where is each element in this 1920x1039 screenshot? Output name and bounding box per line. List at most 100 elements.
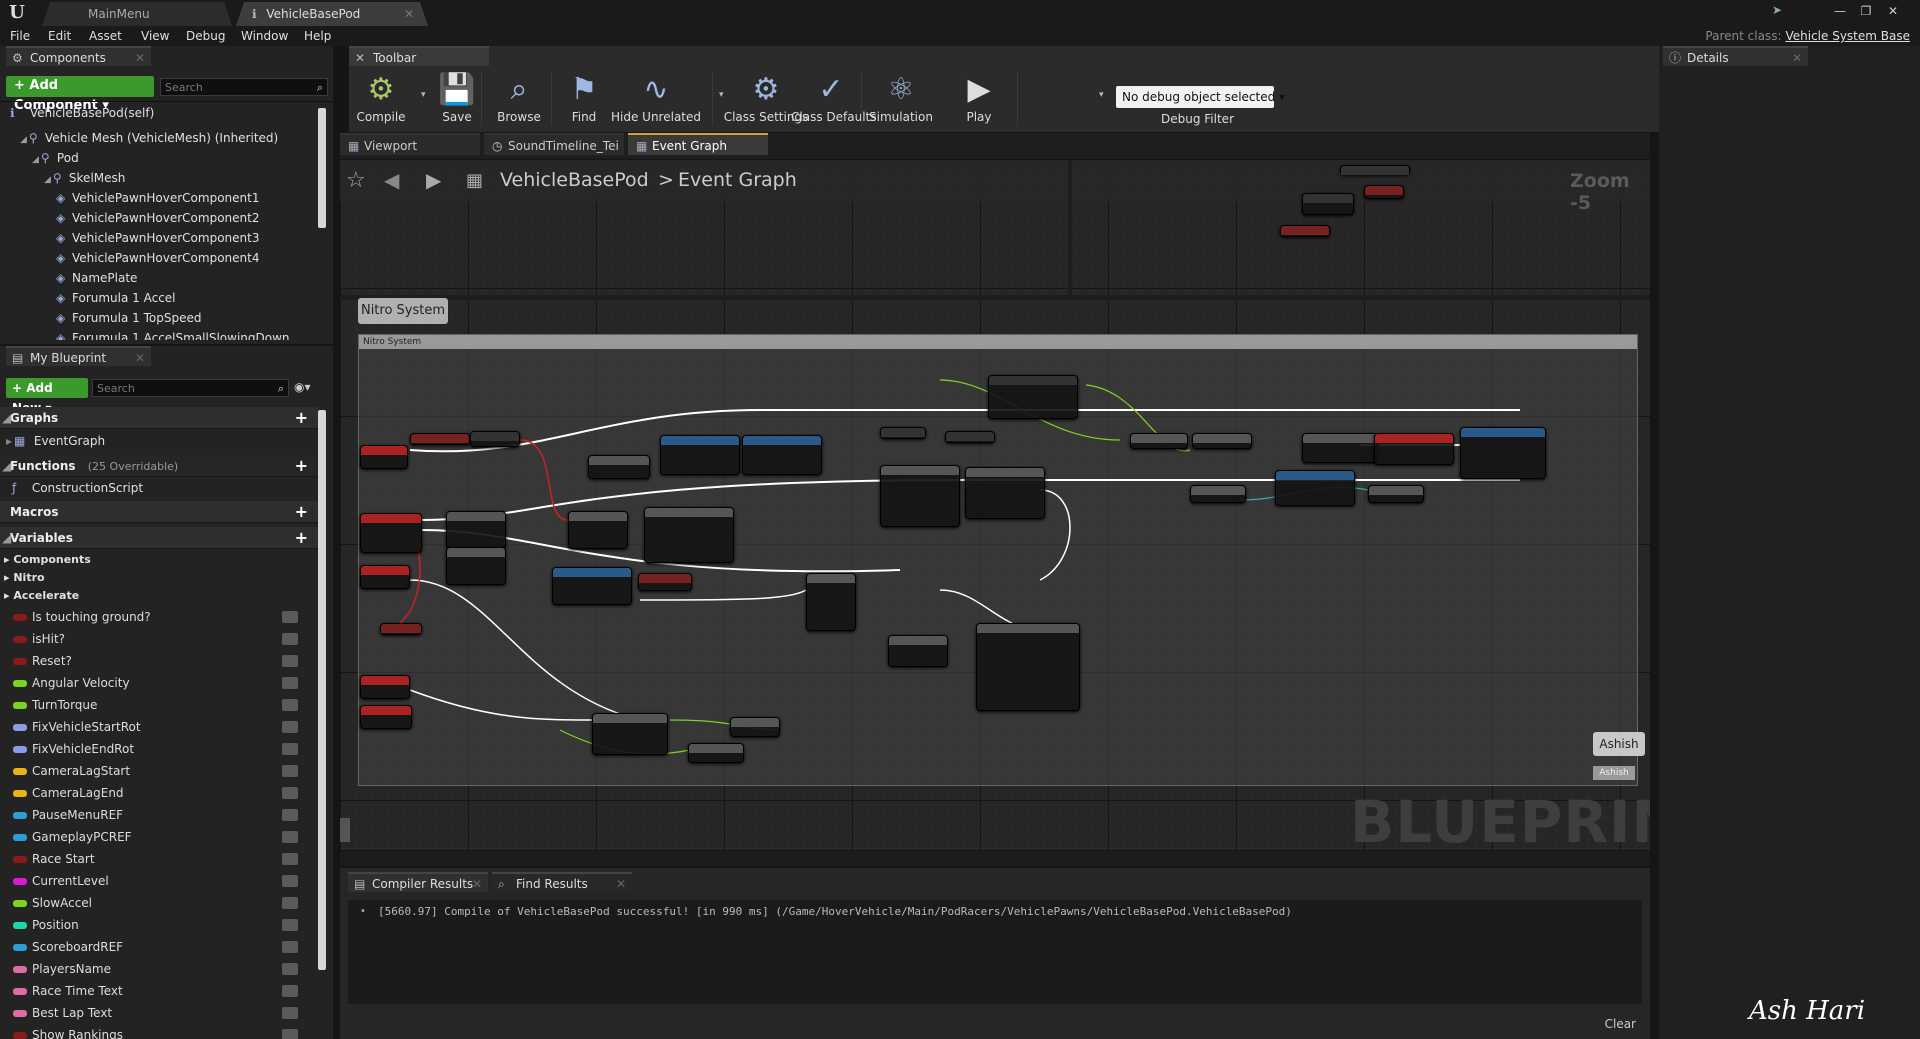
window-tab-mainmenu[interactable]: MainMenu: [42, 2, 232, 26]
blueprint-node[interactable]: [1275, 470, 1355, 506]
toolbar-tab[interactable]: ✕ Toolbar: [349, 46, 489, 66]
tab-find-results[interactable]: ⌕ Find Results ✕: [492, 872, 632, 892]
component-item[interactable]: ◈ VehiclePawnHoverComponent3: [56, 228, 259, 248]
add-graph-icon[interactable]: +: [295, 407, 308, 429]
view-options-icon[interactable]: ◉▾: [294, 380, 324, 396]
variable-item[interactable]: FixVehicleStartRot: [0, 716, 318, 738]
visibility-eye-icon[interactable]: [282, 743, 298, 755]
components-search-input[interactable]: Search ⌕: [160, 78, 328, 96]
functions-section[interactable]: ◢ Functions (25 Overridable) +: [0, 455, 318, 477]
maximize-button[interactable]: ❐: [1853, 0, 1879, 22]
add-new-button[interactable]: + Add New ▾: [6, 378, 88, 415]
visibility-eye-icon[interactable]: [282, 721, 298, 733]
tab-viewport[interactable]: ▦ Viewport: [340, 133, 480, 155]
visibility-eye-icon[interactable]: [282, 787, 298, 799]
blueprint-node[interactable]: [360, 445, 408, 469]
expand-arrow-icon[interactable]: ◢: [44, 175, 51, 185]
tab-event-graph[interactable]: ▦ Event Graph: [628, 133, 768, 155]
close-tab-icon[interactable]: ✕: [135, 348, 145, 368]
visibility-eye-icon[interactable]: [282, 831, 298, 843]
variable-item[interactable]: Race Start: [0, 848, 318, 870]
variable-item[interactable]: TurnTorque: [0, 694, 318, 716]
compile-button[interactable]: ⚙ Compile: [349, 68, 413, 130]
notification-icon[interactable]: ➤: [1772, 3, 1794, 21]
menu-asset[interactable]: Asset: [89, 26, 122, 46]
visibility-eye-icon[interactable]: [282, 919, 298, 931]
parent-class-link[interactable]: Vehicle System Base: [1785, 29, 1910, 43]
blueprint-node[interactable]: [688, 743, 744, 763]
variable-item[interactable]: SlowAccel: [0, 892, 318, 914]
add-variable-icon[interactable]: +: [295, 527, 308, 549]
menu-debug[interactable]: Debug: [186, 26, 225, 46]
close-tab-icon[interactable]: ✕: [616, 874, 626, 894]
blueprint-node[interactable]: [880, 427, 926, 439]
menu-window[interactable]: Window: [241, 26, 288, 46]
compile-options-icon[interactable]: ▾: [421, 90, 426, 100]
blueprint-node[interactable]: [360, 705, 412, 729]
simulation-button[interactable]: ⚛ Simulation: [866, 68, 936, 130]
blueprint-node[interactable]: [1364, 185, 1404, 199]
my-blueprint-tab[interactable]: ▤ My Blueprint ✕: [6, 346, 151, 366]
blueprint-node[interactable]: [360, 565, 410, 589]
blueprint-node[interactable]: [1130, 433, 1188, 449]
blueprint-node[interactable]: [592, 713, 668, 755]
add-function-icon[interactable]: +: [295, 455, 308, 477]
expand-arrow-icon[interactable]: ◢: [32, 155, 39, 165]
visibility-eye-icon[interactable]: [282, 809, 298, 821]
visibility-eye-icon[interactable]: [282, 677, 298, 689]
blueprint-node[interactable]: [742, 435, 822, 475]
hide-unrelated-button[interactable]: ∿ Hide Unrelated: [611, 68, 701, 130]
variable-category[interactable]: ▸ Nitro: [4, 568, 45, 588]
visibility-eye-icon[interactable]: [282, 853, 298, 865]
menu-view[interactable]: View: [141, 26, 169, 46]
blueprint-node[interactable]: [730, 717, 780, 737]
visibility-eye-icon[interactable]: [282, 897, 298, 909]
blueprint-node[interactable]: [976, 623, 1080, 711]
variable-item[interactable]: GameplayPCREF: [0, 826, 318, 848]
blueprint-node[interactable]: [888, 635, 948, 667]
blueprint-node[interactable]: [410, 433, 470, 445]
component-item[interactable]: ◈ Forumula 1 TopSpeed: [56, 308, 201, 328]
hide-unrelated-options-icon[interactable]: ▾: [719, 90, 724, 100]
blueprint-node[interactable]: [988, 375, 1078, 419]
menu-edit[interactable]: Edit: [48, 26, 71, 46]
add-macro-icon[interactable]: +: [295, 501, 308, 523]
blueprint-node[interactable]: [588, 455, 650, 479]
blueprint-node[interactable]: [360, 675, 410, 699]
save-button[interactable]: 💾 Save: [437, 68, 477, 130]
graph-side-handle[interactable]: [340, 818, 350, 842]
visibility-eye-icon[interactable]: [282, 985, 298, 997]
event-graph-canvas[interactable]: ☆ ◀ ▶ ▦ VehicleBasePod > Event Graph Zoo…: [340, 160, 1650, 850]
blueprint-node[interactable]: [660, 435, 740, 475]
blueprint-node[interactable]: [1368, 485, 1424, 503]
blueprint-node[interactable]: [1374, 433, 1454, 465]
blueprint-node[interactable]: [446, 547, 506, 585]
component-item[interactable]: ◈ VehiclePawnHoverComponent4: [56, 248, 259, 268]
variable-item[interactable]: CurrentLevel: [0, 870, 318, 892]
visibility-eye-icon[interactable]: [282, 1007, 298, 1019]
component-item[interactable]: ◈ NamePlate: [56, 268, 137, 288]
visibility-eye-icon[interactable]: [282, 941, 298, 953]
variable-item[interactable]: Show Rankings: [0, 1024, 318, 1039]
tab-compiler-results[interactable]: ▤ Compiler Results ✕: [348, 872, 488, 892]
unreal-logo-icon[interactable]: U: [6, 2, 28, 24]
variables-section[interactable]: ◢ Variables +: [0, 527, 318, 549]
close-window-button[interactable]: ✕: [1880, 0, 1906, 22]
variable-item[interactable]: PlayersName: [0, 958, 318, 980]
variable-item[interactable]: Reset?: [0, 650, 318, 672]
blueprint-node[interactable]: [1302, 433, 1378, 463]
visibility-eye-icon[interactable]: [282, 963, 298, 975]
tree-root[interactable]: ℹ VehicleBasePod(self): [10, 103, 154, 123]
add-component-button[interactable]: + Add Component ▾: [6, 76, 154, 113]
graphs-section[interactable]: ◢ Graphs +: [0, 407, 318, 429]
blueprint-node[interactable]: [644, 507, 734, 563]
expand-arrow-icon[interactable]: ◢: [20, 135, 27, 145]
minimize-button[interactable]: —: [1827, 0, 1853, 22]
menu-file[interactable]: File: [10, 26, 30, 46]
variable-item[interactable]: isHit?: [0, 628, 318, 650]
blueprint-node[interactable]: [568, 511, 628, 549]
blueprint-node[interactable]: [552, 567, 632, 605]
blueprint-node[interactable]: [1280, 225, 1330, 237]
variable-item[interactable]: Best Lap Text: [0, 1002, 318, 1024]
visibility-eye-icon[interactable]: [282, 875, 298, 887]
